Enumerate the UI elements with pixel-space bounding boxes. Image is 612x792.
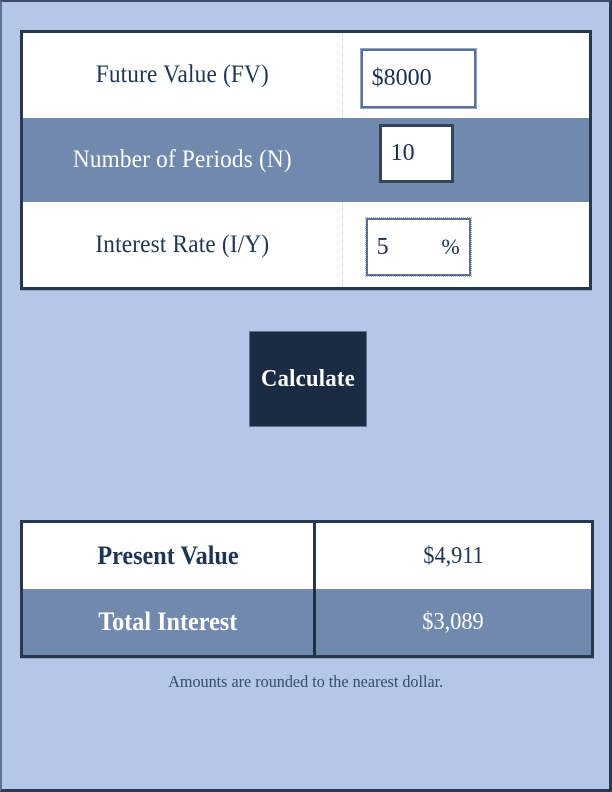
future-value-input-text: $8000: [371, 65, 432, 91]
results-value-present-value: $4,911: [312, 523, 591, 589]
input-label-interest-rate: Interest Rate (I/Y): [95, 230, 270, 258]
calculate-button-label: Calculate: [260, 365, 355, 392]
footnote: Amounts are rounded to the nearest dolla…: [2, 672, 609, 692]
input-label-number-of-periods: Number of Periods (N): [72, 145, 292, 173]
input-row-interest-rate: Interest Rate (I/Y) 5 %: [23, 202, 589, 287]
results-table: Present Value $4,911 Total Interest $3,0…: [20, 520, 594, 658]
input-field-wrap-number-of-periods: 10: [342, 118, 589, 203]
results-label-total-interest: Total Interest: [23, 589, 313, 655]
interest-rate-input[interactable]: 5 %: [364, 217, 472, 278]
percent-symbol: %: [441, 234, 460, 260]
interest-rate-input-text: 5: [376, 233, 389, 260]
results-value-present-value-text: $4,911: [423, 542, 484, 569]
results-row-total-interest: Total Interest $3,089: [23, 589, 591, 655]
results-label-present-value: Present Value: [23, 523, 313, 589]
input-field-wrap-interest-rate: 5 %: [342, 202, 589, 287]
results-value-total-interest-text: $3,089: [422, 608, 485, 635]
input-label-future-value: Future Value (FV): [95, 61, 269, 89]
calculate-button[interactable]: Calculate: [250, 332, 366, 426]
input-row-number-of-periods: Number of Periods (N) 10: [23, 117, 589, 203]
results-label-total-interest-text: Total Interest: [98, 607, 238, 636]
input-row-future-value: Future Value (FV) $8000: [23, 33, 589, 118]
number-of-periods-input[interactable]: 10: [378, 123, 454, 183]
future-value-input[interactable]: $8000: [359, 48, 477, 109]
results-label-present-value-text: Present Value: [97, 541, 239, 570]
results-row-present-value: Present Value $4,911: [23, 523, 591, 589]
input-field-wrap-future-value: $8000: [342, 33, 589, 118]
calculator-page: Future Value (FV) $8000 Number of Period…: [2, 2, 609, 789]
number-of-periods-input-text: 10: [390, 139, 415, 166]
input-table: Future Value (FV) $8000 Number of Period…: [20, 30, 592, 290]
footnote-text: Amounts are rounded to the nearest dolla…: [168, 672, 443, 691]
results-value-total-interest: $3,089: [312, 589, 591, 655]
